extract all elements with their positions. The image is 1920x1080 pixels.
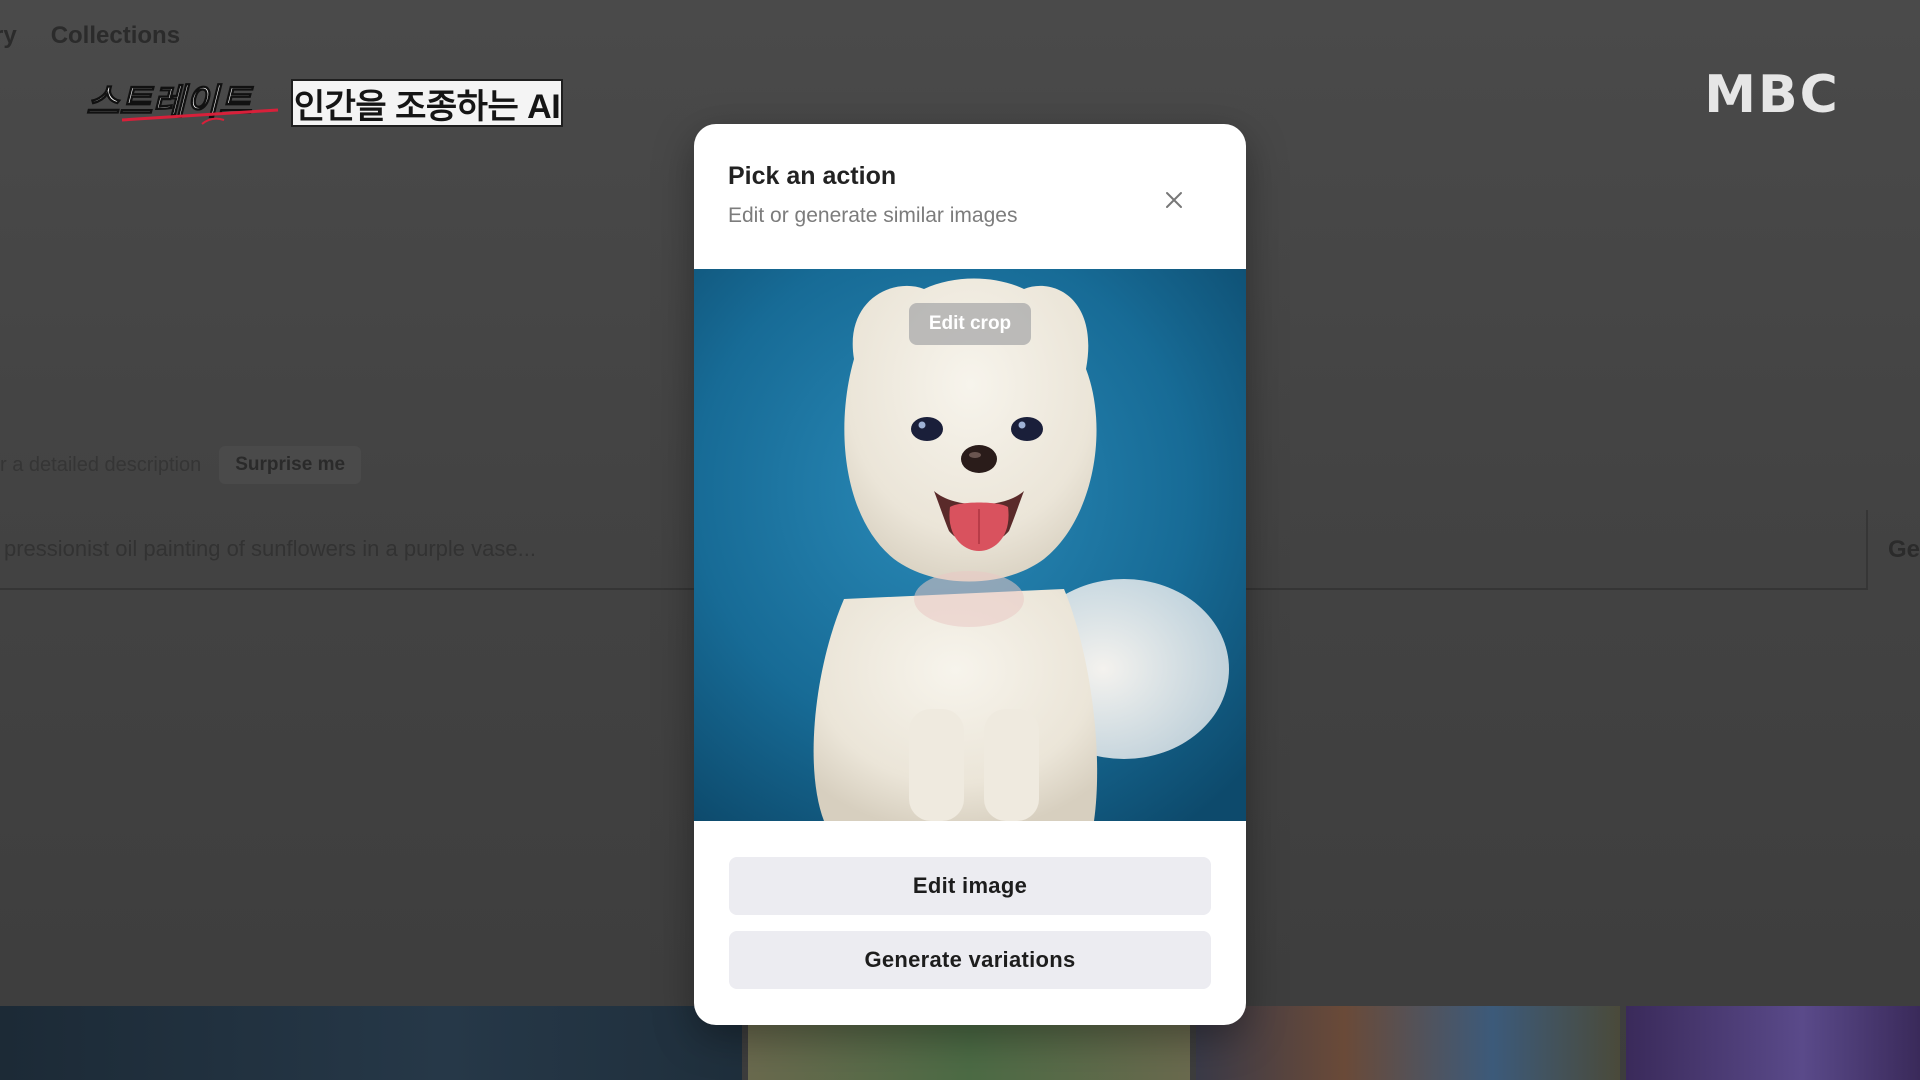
- background-nav: ry Collections: [0, 22, 180, 50]
- close-icon: [1166, 192, 1182, 208]
- modal-subtitle: Edit or generate similar images: [728, 204, 1018, 227]
- preview-image: Edit crop: [694, 269, 1246, 821]
- pick-action-modal: Pick an action Edit or generate similar …: [694, 124, 1246, 1025]
- modal-header: Pick an action Edit or generate similar …: [694, 124, 1246, 269]
- nav-item-partial[interactable]: ry: [0, 22, 17, 50]
- prompt-hint-row: r a detailed description Surprise me: [0, 446, 362, 484]
- generate-button[interactable]: Ge: [1868, 510, 1920, 590]
- generate-variations-button[interactable]: Generate variations: [729, 931, 1211, 989]
- edit-image-button[interactable]: Edit image: [729, 857, 1211, 915]
- gallery-thumbnail[interactable]: [1626, 1006, 1920, 1080]
- prompt-hint: r a detailed description: [0, 453, 202, 476]
- broadcast-caption: 인간을 조종하는 AI: [291, 79, 563, 127]
- gallery-thumbnail[interactable]: [1196, 1006, 1620, 1080]
- modal-title: Pick an action: [728, 162, 897, 190]
- dog-image: [694, 269, 1246, 821]
- network-logo: MBC: [1704, 65, 1840, 125]
- nav-item-collections[interactable]: Collections: [51, 22, 180, 50]
- surprise-me-button[interactable]: Surprise me: [219, 446, 362, 484]
- gallery-thumbnail[interactable]: [0, 1006, 742, 1080]
- close-button[interactable]: [1154, 180, 1194, 220]
- edit-crop-button[interactable]: Edit crop: [909, 303, 1031, 345]
- prompt-placeholder: pressionist oil painting of sunflowers i…: [4, 536, 536, 561]
- show-logo: 스트레이트: [82, 74, 282, 134]
- screen: ry Collections r a detailed description …: [0, 0, 1920, 1080]
